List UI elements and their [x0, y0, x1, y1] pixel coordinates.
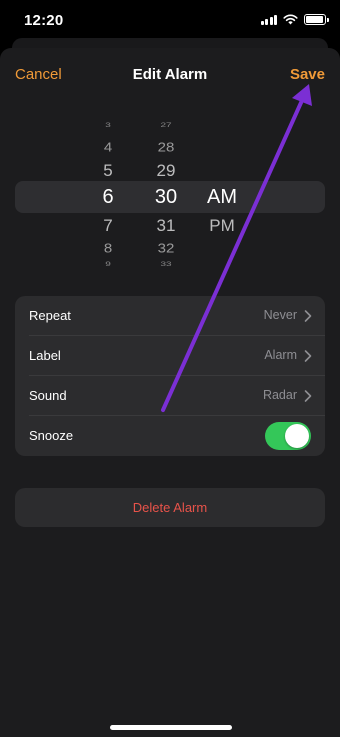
sound-label: Sound: [29, 388, 67, 403]
hour-option[interactable]: 3: [83, 123, 133, 129]
time-picker[interactable]: 3 4 5 6 7 8 9 27 28 29 30 31 32 33 AM PM: [0, 118, 340, 278]
nav-bar: Cancel Edit Alarm Save: [0, 48, 340, 102]
label-value: Alarm: [264, 348, 297, 362]
sound-value: Radar: [262, 388, 297, 402]
chevron-right-icon: [304, 390, 312, 402]
battery-icon: [304, 14, 329, 25]
hour-option[interactable]: 4: [83, 141, 133, 154]
hour-option[interactable]: 8: [83, 242, 133, 255]
sound-row[interactable]: Sound Radar: [15, 376, 325, 416]
cellular-signal-icon: [260, 14, 277, 25]
repeat-value: Never: [263, 308, 297, 322]
label-row[interactable]: Label Alarm: [15, 336, 325, 376]
status-time: 12:20: [24, 12, 64, 29]
alarm-settings-list: Repeat Never Label Alarm Sound Radar Sno…: [15, 296, 325, 456]
home-indicator: [110, 725, 232, 730]
minute-option[interactable]: 32: [141, 242, 191, 255]
minute-option[interactable]: 27: [141, 123, 191, 129]
repeat-row[interactable]: Repeat Never: [15, 296, 325, 336]
period-option[interactable]: PM: [197, 217, 247, 234]
period-option[interactable]: AM: [197, 187, 247, 207]
hour-option[interactable]: 7: [83, 217, 133, 234]
minute-option[interactable]: 33: [141, 262, 191, 268]
delete-alarm-label: Delete Alarm: [132, 500, 208, 515]
edit-alarm-sheet: Cancel Edit Alarm Save 3 4 5 6 7 8 9 27 28 29 30 31…: [0, 48, 340, 737]
minute-option[interactable]: 29: [141, 162, 191, 179]
chevron-right-icon: [304, 310, 312, 322]
snooze-toggle[interactable]: [265, 422, 311, 450]
status-icons: [260, 14, 329, 25]
cancel-button[interactable]: Cancel: [15, 66, 62, 83]
snooze-label: Snooze: [29, 428, 74, 443]
snooze-row: Snooze: [15, 416, 325, 456]
minute-option[interactable]: 30: [141, 187, 191, 207]
minute-option[interactable]: 31: [141, 217, 191, 234]
repeat-label: Repeat: [29, 308, 71, 323]
hour-option[interactable]: 9: [83, 262, 133, 268]
wifi-icon: [283, 14, 298, 25]
hour-option[interactable]: 5: [83, 162, 133, 179]
hour-option[interactable]: 6: [83, 187, 133, 207]
save-button[interactable]: Save: [290, 66, 325, 83]
label-label: Label: [29, 348, 61, 363]
minute-option[interactable]: 28: [141, 141, 191, 154]
toggle-knob: [285, 424, 309, 448]
chevron-right-icon: [304, 350, 312, 362]
delete-alarm-button[interactable]: Delete Alarm: [15, 488, 325, 527]
